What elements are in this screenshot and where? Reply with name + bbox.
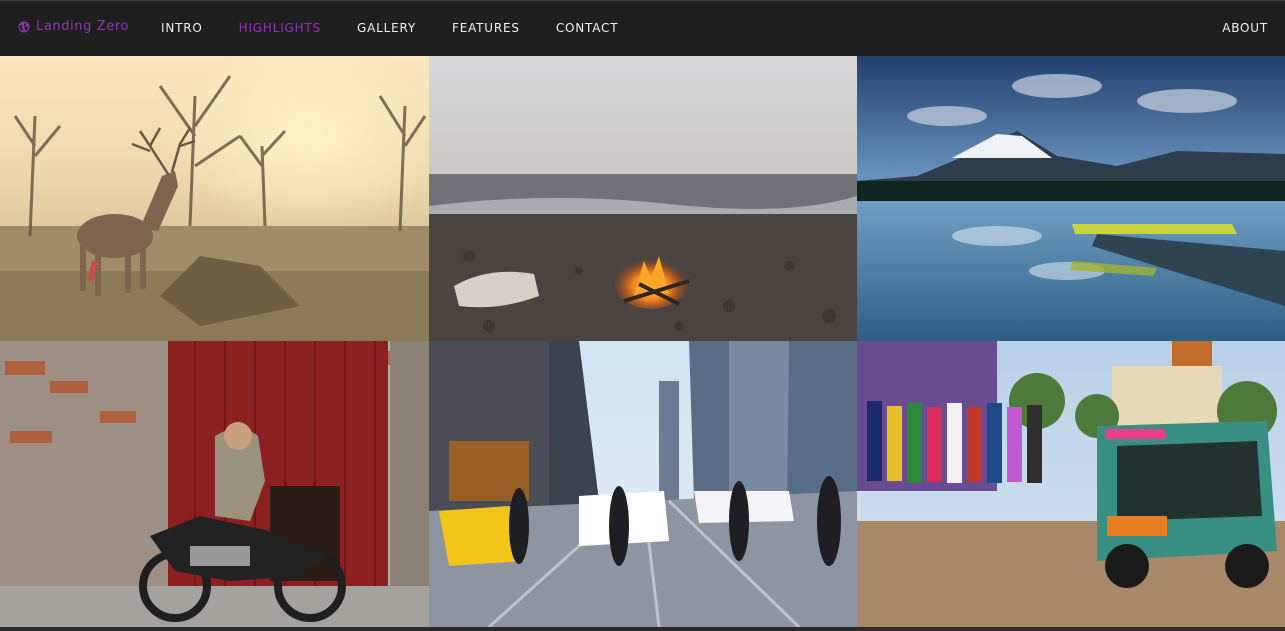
lake-photo-image xyxy=(857,56,1285,341)
nav-features[interactable]: FEATURES xyxy=(452,19,520,37)
nav-about[interactable]: ABOUT xyxy=(1222,19,1268,37)
photo-gallery xyxy=(0,56,1285,627)
brand-label: Landing Zero xyxy=(36,19,130,34)
tuk-tuk-photo-image xyxy=(857,341,1285,627)
nav-gallery[interactable]: GALLERY xyxy=(357,19,416,37)
brand-link[interactable]: Landing Zero xyxy=(18,19,129,34)
nav-highlights[interactable]: HIGHLIGHTS xyxy=(239,19,321,37)
city-street-photo-image xyxy=(429,341,857,627)
nav-links: INTRO HIGHLIGHTS GALLERY FEATURES CONTAC… xyxy=(161,19,618,37)
gallery-photo-deer[interactable] xyxy=(0,56,429,341)
globe-icon xyxy=(18,21,30,33)
gallery-photo-campfire[interactable] xyxy=(429,56,857,341)
nav-intro[interactable]: INTRO xyxy=(161,19,203,37)
deer-photo-image xyxy=(0,56,429,341)
gallery-photo-lake[interactable] xyxy=(857,56,1285,341)
gallery-photo-city-street[interactable] xyxy=(429,341,857,627)
top-navbar: Landing Zero INTRO HIGHLIGHTS GALLERY FE… xyxy=(0,0,1285,56)
page-bottom-edge xyxy=(0,627,1285,631)
nav-contact[interactable]: CONTACT xyxy=(556,19,619,37)
gallery-photo-tuk-tuk[interactable] xyxy=(857,341,1285,627)
street-art-photo-image xyxy=(0,341,429,627)
gallery-photo-street-art[interactable] xyxy=(0,341,429,627)
campfire-photo-image xyxy=(429,56,857,341)
